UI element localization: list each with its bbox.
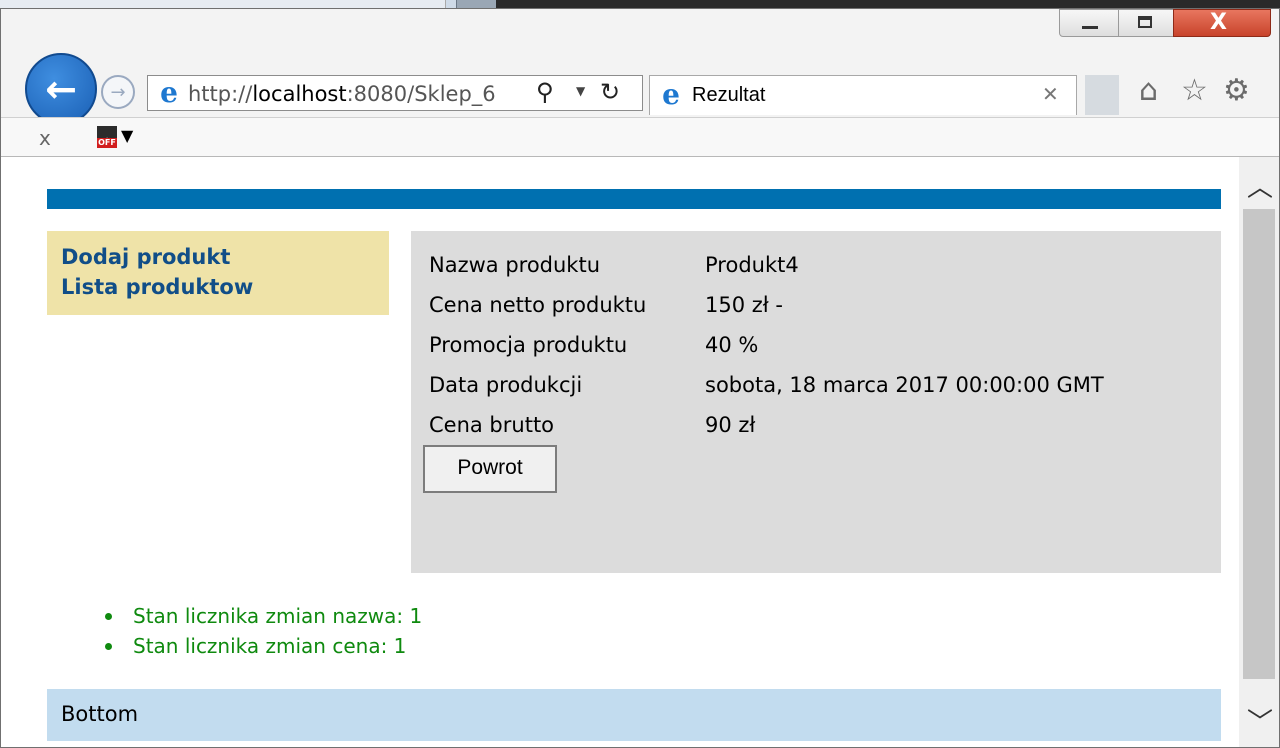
- chevron-down-icon[interactable]: ﹀: [1247, 702, 1273, 739]
- chevron-down-icon[interactable]: ▼: [121, 126, 133, 145]
- detail-value: 90 zł: [705, 413, 756, 437]
- url-text[interactable]: http://localhost:8080/Sklep_6: [188, 82, 534, 106]
- tab-rezultat[interactable]: e Rezultat ✕: [649, 75, 1077, 115]
- background-edge: [496, 0, 1280, 8]
- scroll-thumb[interactable]: [1243, 209, 1275, 679]
- list-item: Stan licznika zmian cena: 1: [101, 631, 422, 661]
- address-bar[interactable]: e http://localhost:8080/Sklep_6 ⚲ ▼ ↻: [147, 75, 643, 111]
- detail-value: 150 zł -: [705, 293, 784, 317]
- arrow-right-icon: →: [110, 81, 126, 103]
- home-icon[interactable]: ⌂: [1139, 73, 1158, 108]
- detail-value: sobota, 18 marca 2017 00:00:00 GMT: [705, 373, 1104, 397]
- star-icon[interactable]: ☆: [1181, 73, 1208, 108]
- maximize-icon: [1138, 16, 1152, 28]
- page-viewport: Dodaj produkt Lista produktow Nazwa prod…: [1, 157, 1279, 747]
- ie-logo-icon: e: [160, 76, 178, 109]
- footer-label: Bottom: [61, 702, 139, 726]
- browser-window: X ← → e http://localhost:8080/Sklep_6 ⚲ …: [0, 8, 1280, 748]
- page-header-bar: [47, 189, 1221, 209]
- vertical-scrollbar[interactable]: ︿ ﹀: [1239, 157, 1279, 747]
- detail-value: 40 %: [705, 333, 759, 357]
- nav-menu: Dodaj produkt Lista produktow: [47, 231, 389, 315]
- minimize-icon: [1082, 26, 1098, 29]
- url-prefix: http://: [188, 82, 253, 106]
- detail-row: Promocja produktu 40 %: [429, 333, 1209, 363]
- product-details: Nazwa produktu Produkt4 Cena netto produ…: [411, 231, 1221, 573]
- counter-list: Stan licznika zmian nazwa: 1 Stan liczni…: [101, 601, 422, 661]
- url-host: localhost: [252, 82, 347, 106]
- maximize-button[interactable]: [1118, 9, 1174, 37]
- addon-off-icon[interactable]: ☀OFF: [97, 126, 117, 148]
- close-window-button[interactable]: X: [1173, 9, 1271, 37]
- dropdown-icon[interactable]: ▼: [576, 84, 585, 98]
- ie-logo-icon: e: [662, 78, 680, 111]
- detail-row: Data produkcji sobota, 18 marca 2017 00:…: [429, 373, 1209, 403]
- url-path: :8080/Sklep_6: [346, 82, 496, 106]
- page-footer: Bottom: [47, 689, 1221, 741]
- detail-value: Produkt4: [705, 253, 799, 277]
- close-bar-icon[interactable]: x: [39, 126, 51, 150]
- detail-label: Cena netto produktu: [429, 293, 647, 317]
- gear-icon[interactable]: ⚙: [1223, 73, 1250, 108]
- minimize-button[interactable]: [1059, 9, 1119, 37]
- detail-label: Cena brutto: [429, 413, 555, 437]
- search-icon[interactable]: ⚲: [536, 78, 554, 106]
- nav-link-product-list[interactable]: Lista produktow: [61, 275, 253, 299]
- detail-row: Cena brutto 90 zł: [429, 413, 1209, 443]
- chevron-up-icon[interactable]: ︿: [1247, 167, 1273, 204]
- new-tab-button[interactable]: [1085, 75, 1119, 115]
- detail-label: Data produkcji: [429, 373, 583, 397]
- refresh-icon[interactable]: ↻: [600, 78, 620, 106]
- command-bar: x ☀OFF ▼: [1, 117, 1279, 157]
- back-to-list-button[interactable]: Powrot: [423, 445, 557, 493]
- list-item: Stan licznika zmian nazwa: 1: [101, 601, 422, 631]
- detail-row: Nazwa produktu Produkt4: [429, 253, 1209, 283]
- detail-label: Nazwa produktu: [429, 253, 601, 277]
- detail-row: Cena netto produktu 150 zł -: [429, 293, 1209, 323]
- tab-label: Rezultat: [692, 84, 766, 106]
- close-icon: X: [1210, 10, 1227, 35]
- nav-link-add-product[interactable]: Dodaj produkt: [61, 245, 230, 269]
- detail-label: Promocja produktu: [429, 333, 628, 357]
- arrow-left-icon: ←: [45, 67, 77, 111]
- forward-button[interactable]: →: [101, 75, 135, 109]
- title-bar: X: [1, 9, 1279, 57]
- back-button[interactable]: ←: [25, 53, 97, 125]
- tab-close-icon[interactable]: ✕: [1042, 82, 1059, 106]
